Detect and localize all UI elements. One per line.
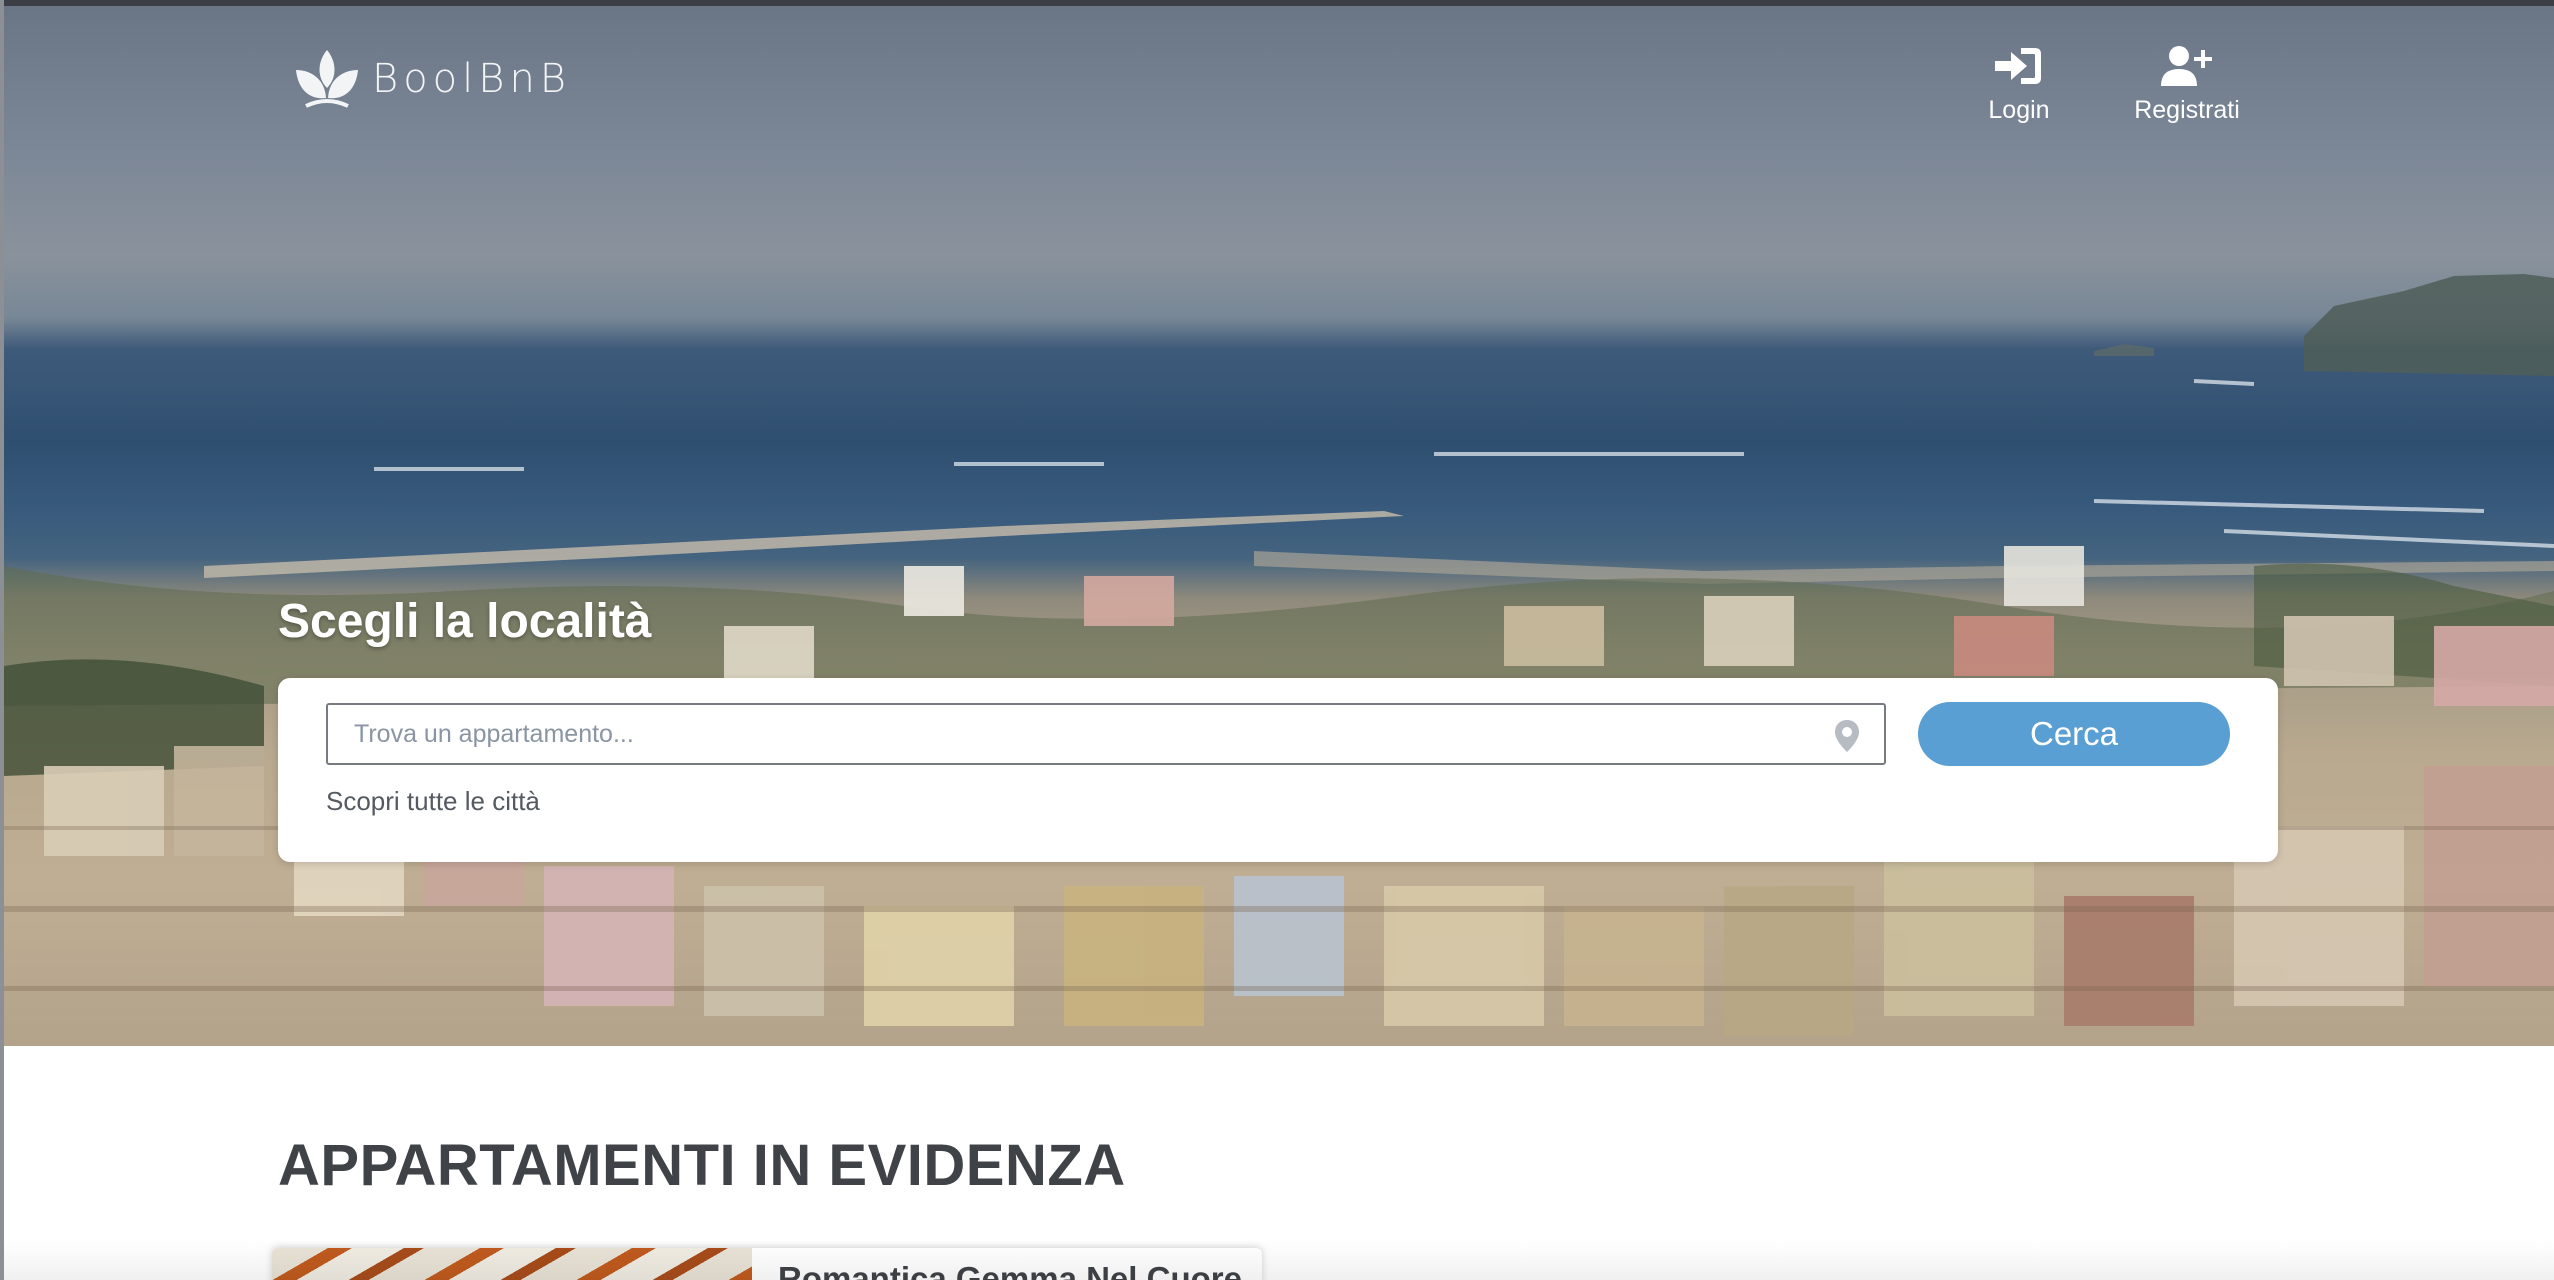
map-pin-icon [1835, 720, 1859, 752]
login-link[interactable]: Login [1979, 44, 2059, 125]
discover-cities-link[interactable]: Scopri tutte le città [326, 786, 540, 817]
hero-banner: BoolBnB Login Registrati [4, 6, 2554, 1046]
sign-in-icon [1995, 48, 2041, 84]
register-label: Registrati [2134, 96, 2240, 124]
featured-section-title: APPARTAMENTI IN EVIDENZA [278, 1133, 1126, 1198]
apartment-card[interactable]: Romantica Gemma Nel Cuore [272, 1248, 1262, 1280]
search-title: Scegli la località [278, 595, 652, 648]
search-button[interactable]: Cerca [1918, 702, 2230, 766]
apartment-card-title[interactable]: Romantica Gemma Nel Cuore [778, 1260, 1242, 1280]
hero-background-image [4, 274, 2554, 1036]
search-field[interactable] [326, 703, 1886, 765]
register-link[interactable]: Registrati [2122, 44, 2252, 125]
leaf-logo-icon [296, 50, 358, 108]
login-label: Login [1988, 96, 2050, 124]
brand-name: BoolBnB [372, 56, 571, 102]
brand-logo[interactable]: BoolBnB [292, 48, 571, 110]
user-plus-icon [2161, 46, 2212, 86]
window-top-border [0, 0, 2554, 6]
apartment-card-image[interactable] [272, 1248, 752, 1280]
window-left-border [0, 0, 4, 1280]
search-card: Cerca Scopri tutte le città [278, 678, 2278, 862]
search-input[interactable] [328, 705, 1884, 763]
